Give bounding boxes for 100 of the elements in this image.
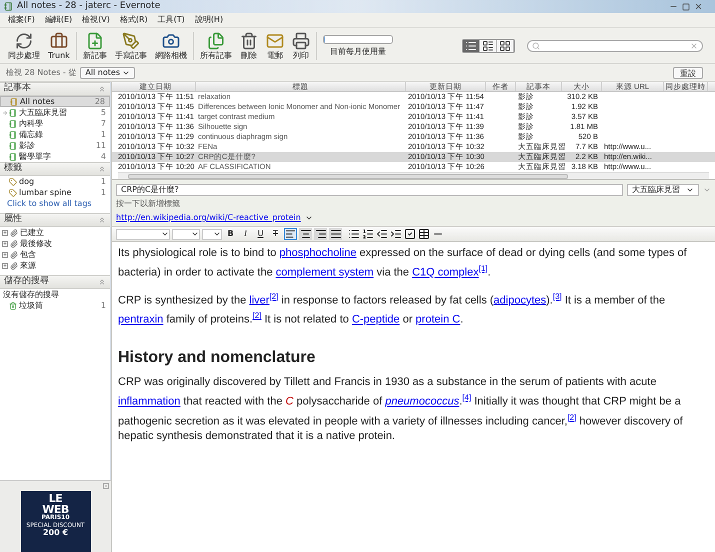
section-title: 記事本	[4, 82, 31, 96]
camera-icon	[162, 32, 180, 50]
expander-icon[interactable]	[2, 240, 8, 246]
toolbar-button[interactable]: 網路相機	[150, 28, 191, 62]
section-header[interactable]: 儲存的搜尋	[0, 275, 110, 289]
expander-icon[interactable]	[2, 252, 8, 258]
text-link[interactable]: pneumococcus	[385, 396, 460, 408]
attribute-item[interactable]: 最後修改	[0, 238, 110, 249]
trash-count: 1	[100, 300, 106, 312]
expander-icon[interactable]	[2, 230, 8, 236]
collapse-icon	[98, 216, 106, 224]
trash-item[interactable]: 垃圾筒 1	[0, 300, 110, 311]
text-link[interactable]: C-peptide	[352, 314, 400, 326]
text-link[interactable]: adipocytes	[494, 294, 546, 306]
footnote-link[interactable]: [2]	[567, 412, 576, 422]
notebook-item[interactable]: All notes 28	[0, 96, 110, 107]
menu-item[interactable]: 工具(T)	[158, 14, 185, 26]
show-tags-link[interactable]: Click to show all tags	[0, 198, 110, 209]
notebook-item[interactable]: 備忘錄 1	[0, 129, 110, 140]
indent-icon[interactable]	[390, 228, 402, 240]
footnote-link[interactable]: [2]	[252, 311, 262, 320]
format-button[interactable]: T	[269, 228, 282, 240]
text-link[interactable]: pentraxin	[118, 314, 164, 326]
menu-item[interactable]: 格式(R)	[120, 14, 148, 26]
footnote-link[interactable]: [1]	[478, 264, 488, 273]
reset-button[interactable]: 重設	[673, 66, 703, 78]
notebook-item[interactable]: 大五臨床見習 5	[0, 107, 110, 118]
trash-icon	[9, 302, 17, 310]
align-button[interactable]	[314, 228, 327, 240]
search-icon	[532, 42, 540, 50]
sync-icon	[15, 32, 33, 50]
note-notebook-dropdown[interactable]: 大五臨床見習	[627, 184, 699, 196]
footnote-link[interactable]: [2]	[269, 292, 278, 301]
toolbar-button[interactable]: 列印	[288, 28, 314, 62]
ad-text: 200 €	[42, 529, 68, 537]
section-header[interactable]: 標籤	[0, 162, 110, 176]
text-link[interactable]: complement system	[276, 266, 374, 279]
tag-hint[interactable]: 按一下以新增標籤	[116, 198, 711, 210]
toolbar-button[interactable]: 新記事	[78, 28, 111, 62]
menu-item[interactable]: 檔案(F)	[8, 14, 35, 26]
tag-item[interactable]: lumbar spine 1	[0, 187, 110, 198]
attribute-item[interactable]: 已建立	[0, 227, 110, 238]
pen-icon	[122, 32, 140, 50]
maximize-icon[interactable]	[682, 2, 690, 10]
view-mode-button[interactable]	[480, 40, 497, 52]
text-link[interactable]: liver	[249, 294, 270, 306]
notes-icon	[206, 32, 225, 50]
toolbar-button[interactable]: 手寫記事	[110, 28, 151, 62]
notebook-icon	[9, 120, 17, 128]
color-dropdown[interactable]	[202, 228, 222, 240]
notebook-item[interactable]: 醫學單字 4	[0, 151, 110, 162]
close-icon[interactable]	[694, 2, 703, 11]
text-link[interactable]: protein C	[416, 314, 460, 326]
view-mode-button[interactable]	[497, 40, 514, 52]
footnote-link[interactable]: [3]	[552, 292, 562, 301]
text-link[interactable]: C1Q complex	[412, 266, 479, 279]
section-header[interactable]: 記事本	[0, 82, 110, 96]
collapse-icon	[98, 165, 106, 173]
toolbar-button[interactable]: 電郵	[262, 28, 288, 62]
view-mode-button[interactable]	[463, 40, 480, 52]
usage-label: 目前每月使用量	[330, 48, 386, 56]
text-link[interactable]: phosphocholine	[279, 247, 356, 259]
numbered-list-icon[interactable]	[362, 228, 374, 240]
section-header[interactable]: 屬性	[0, 213, 110, 227]
source-url-link[interactable]: http://en.wikipedia.org/wiki/C-reactive_protein	[116, 212, 301, 224]
checkbox-icon[interactable]	[404, 228, 416, 240]
outdent-icon[interactable]	[376, 228, 388, 240]
section-title: 屬性	[4, 213, 22, 226]
toolbar-button[interactable]: 刪除	[236, 28, 262, 62]
attribute-name: 包含	[20, 248, 36, 260]
align-button[interactable]	[329, 228, 342, 240]
search-field[interactable]	[527, 40, 703, 52]
menu-item[interactable]: 說明(H)	[194, 14, 224, 26]
menu-item[interactable]: 檢視(V)	[82, 14, 110, 26]
align-button[interactable]	[284, 228, 297, 240]
menu-item[interactable]: 編輯(E)	[44, 14, 72, 26]
attribute-item[interactable]: 來源	[0, 260, 110, 271]
format-button[interactable]: U	[254, 228, 267, 240]
tag-item[interactable]: dog 1	[0, 176, 110, 187]
notebook-dropdown[interactable]: All notes	[80, 66, 135, 78]
body-paragraph: CRP is synthesized by the liver$^{[2]}$ in response to factors released by fat cells (adipocytes).$^{[3]}$ It is a member of the pentraxin family of proteins.$^{[2]}$ It is not related to C-peptide or protein C.	[118, 290, 666, 328]
expander-icon[interactable]	[2, 262, 8, 268]
toolbar-button[interactable]: Trunk	[44, 28, 74, 62]
footnote-link[interactable]: [4]	[462, 392, 472, 402]
format-button[interactable]: I	[239, 228, 252, 240]
section-title: 儲存的搜尋	[4, 275, 49, 288]
text-link[interactable]: inflammation	[118, 396, 180, 408]
table-icon[interactable]	[418, 228, 430, 240]
attribute-item[interactable]: 包含	[0, 249, 110, 260]
align-button[interactable]	[299, 228, 312, 240]
horizontal-scrollbar[interactable]	[118, 172, 709, 179]
caret-icon[interactable]	[304, 214, 313, 222]
format-button[interactable]: B	[224, 228, 237, 240]
caret-icon	[161, 230, 169, 238]
notebook-item[interactable]: 內科學 7	[0, 118, 110, 129]
toolbar-button[interactable]: 同步處理	[4, 28, 44, 62]
toolbar-button[interactable]: 所有記事	[196, 28, 236, 62]
notebook-item[interactable]: 影診 11	[0, 140, 110, 151]
note-title-field[interactable]: CRP的C是什麼?	[116, 184, 623, 196]
note-count: 1	[100, 128, 106, 140]
